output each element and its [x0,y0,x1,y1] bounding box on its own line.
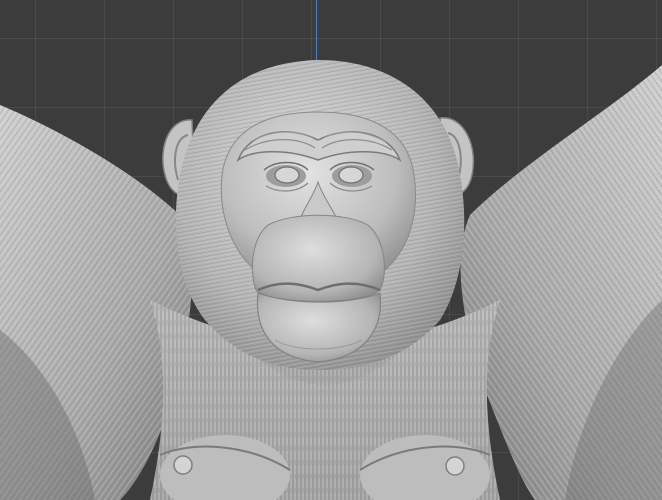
muzzle [251,214,385,363]
right-arm [460,65,662,500]
3d-viewport[interactable] [0,0,662,500]
chimpanzee-sculpt-model[interactable] [0,0,662,500]
